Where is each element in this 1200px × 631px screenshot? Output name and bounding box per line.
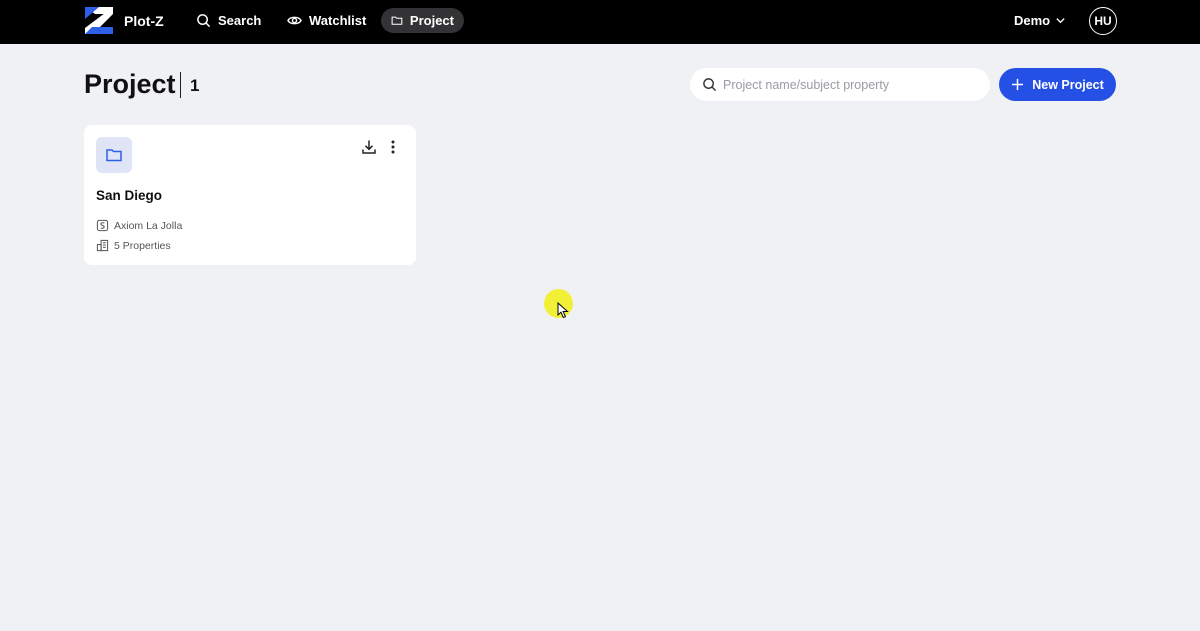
brand-name: Plot-Z	[124, 12, 164, 29]
nav-watchlist[interactable]: Watchlist	[277, 8, 376, 33]
new-project-label: New Project	[1032, 77, 1104, 92]
brand[interactable]: Plot-Z	[84, 5, 164, 36]
nav-search-label: Search	[218, 13, 262, 28]
project-card[interactable]: San Diego Axiom La Jolla 5 Properties	[84, 125, 416, 265]
property-count: 5 Properties	[96, 239, 171, 252]
project-name: San Diego	[96, 188, 163, 203]
new-project-button[interactable]: New Project	[999, 68, 1116, 101]
search-icon	[703, 78, 717, 92]
search-input[interactable]	[723, 77, 973, 92]
download-icon[interactable]	[361, 139, 377, 155]
folder-icon	[391, 16, 403, 25]
project-count: 1	[190, 76, 200, 95]
search-icon	[197, 14, 211, 28]
subject-property: Axiom La Jolla	[96, 219, 182, 232]
folder-icon	[106, 149, 122, 162]
eye-icon	[287, 16, 302, 25]
building-icon	[96, 239, 109, 252]
mouse-cursor-icon	[557, 302, 569, 319]
property-count-label: 5 Properties	[114, 239, 171, 252]
top-nav-bar: Plot-Z Search Watchlist Project Demo HU	[0, 0, 1200, 44]
title-divider	[180, 72, 181, 98]
chevron-down-icon	[1056, 18, 1065, 24]
plotz-logo-icon	[85, 7, 113, 34]
nav-search[interactable]: Search	[186, 8, 271, 33]
plus-icon	[1012, 78, 1024, 91]
project-folder-tile	[96, 137, 132, 173]
nav-project-label: Project	[409, 13, 454, 28]
nav-project[interactable]: Project	[381, 8, 464, 33]
subject-property-label: Axiom La Jolla	[114, 219, 183, 232]
project-search[interactable]	[690, 68, 990, 101]
more-vertical-icon[interactable]	[385, 139, 401, 155]
workspace-dropdown[interactable]: Demo	[1014, 13, 1066, 28]
nav-watchlist-label: Watchlist	[309, 13, 367, 28]
workspace-label: Demo	[1014, 13, 1051, 28]
subject-property-icon	[96, 219, 109, 232]
page-title: Project	[84, 69, 176, 99]
user-avatar[interactable]: HU	[1089, 7, 1117, 35]
